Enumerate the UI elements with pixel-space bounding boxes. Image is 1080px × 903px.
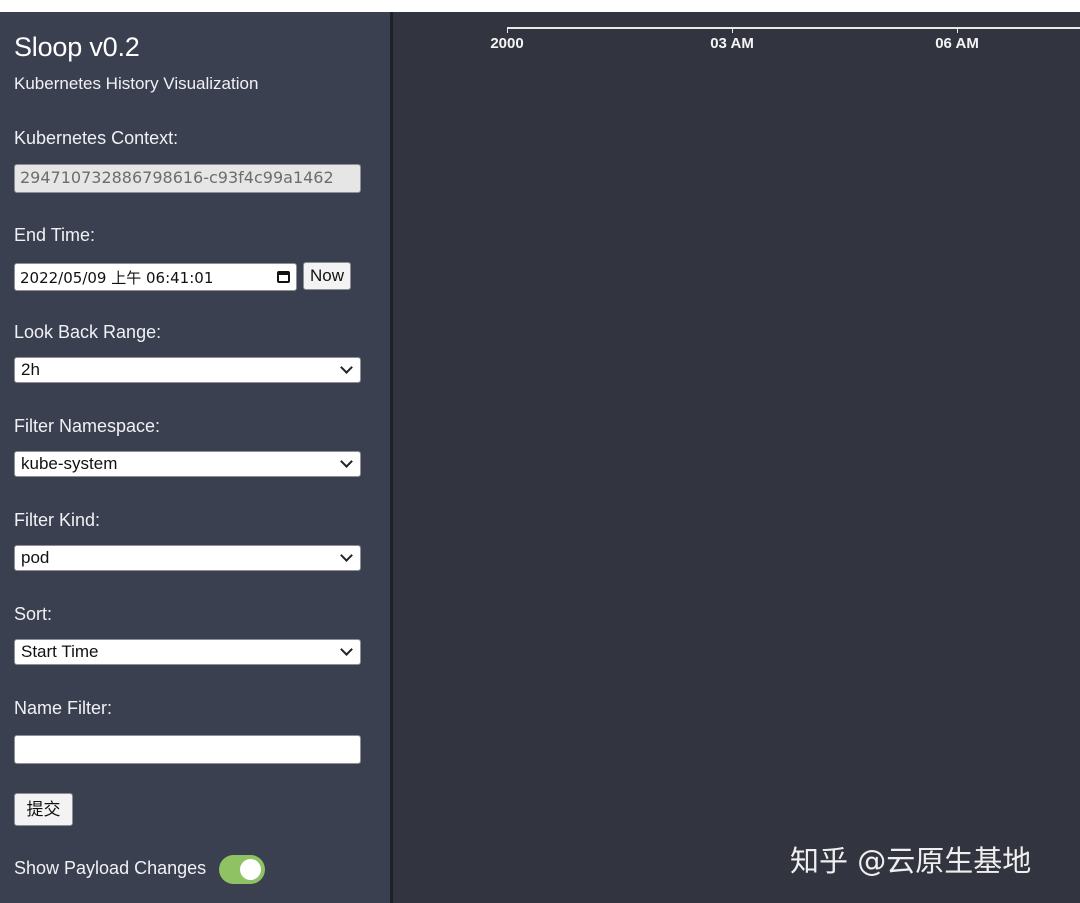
- sort-label: Sort:: [14, 604, 53, 624]
- payload-toggle-label: Show Payload Changes: [14, 858, 207, 878]
- kind-select[interactable]: pod: [14, 545, 361, 571]
- namespace-value: kube-system: [21, 454, 118, 473]
- calendar-icon[interactable]: [277, 271, 290, 283]
- axis-tick-label: 2000: [490, 35, 524, 52]
- app-window: Sloop v0.2 Kubernetes History Visualizat…: [0, 0, 1080, 903]
- app-title: Sloop v0.2: [14, 32, 140, 62]
- chevron-down-icon: [340, 549, 353, 562]
- chevron-down-icon: [340, 643, 353, 656]
- sort-select[interactable]: Start Time: [14, 639, 361, 665]
- axis-tick-label: 06 AM: [935, 35, 979, 52]
- name-filter-label: Name Filter:: [14, 698, 113, 718]
- axis-tick-label: 03 AM: [710, 35, 754, 52]
- end-time-value: 2022/05/09 上午 06:41:01: [20, 268, 214, 287]
- sort-value: Start Time: [21, 642, 99, 661]
- axis-tick: [507, 27, 508, 33]
- axis-tick: [732, 27, 733, 33]
- look-back-label: Look Back Range:: [14, 322, 162, 342]
- now-button[interactable]: Now: [303, 262, 351, 290]
- end-time-label: End Time:: [14, 225, 96, 245]
- look-back-select[interactable]: 2h: [14, 357, 361, 383]
- kind-label: Filter Kind:: [14, 510, 101, 530]
- axis-tick: [957, 27, 958, 33]
- app-subtitle: Kubernetes History Visualization: [14, 74, 259, 93]
- sidebar: Sloop v0.2 Kubernetes History Visualizat…: [0, 12, 390, 903]
- timeline-panel: [393, 12, 1080, 903]
- chevron-down-icon: [340, 455, 353, 468]
- chevron-down-icon: [340, 361, 353, 374]
- toggle-knob: [240, 859, 261, 880]
- watermark-text: 知乎 @云原生基地: [790, 844, 1032, 878]
- watermark: 知乎 @云原生基地: [790, 838, 1031, 880]
- submit-button[interactable]: 提交: [14, 793, 73, 826]
- kind-value: pod: [21, 548, 50, 567]
- payload-toggle[interactable]: [219, 855, 265, 884]
- namespace-select[interactable]: kube-system: [14, 451, 361, 477]
- end-time-input[interactable]: 2022/05/09 上午 06:41:01: [14, 263, 297, 291]
- look-back-value: 2h: [21, 360, 40, 379]
- namespace-label: Filter Namespace:: [14, 416, 161, 436]
- name-filter-input[interactable]: [14, 735, 361, 764]
- context-label: Kubernetes Context:: [14, 128, 179, 148]
- context-input[interactable]: 294710732886798616-c93f4c99a1462: [14, 164, 361, 193]
- timeline-axis: [507, 27, 1080, 29]
